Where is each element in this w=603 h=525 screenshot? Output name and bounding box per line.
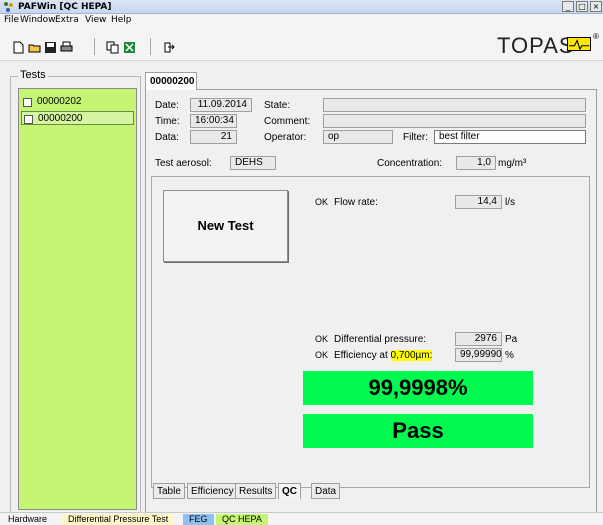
new-file-icon[interactable] — [12, 41, 25, 54]
flow-ok: OK — [315, 197, 329, 207]
concentration-unit: mg/m³ — [498, 158, 527, 169]
print-icon[interactable] — [60, 41, 73, 54]
comment-label: Comment: — [264, 116, 311, 127]
copy-icon[interactable] — [106, 41, 119, 54]
concentration-label: Concentration: — [377, 158, 443, 169]
menu-file[interactable]: File — [4, 14, 19, 27]
app-icon — [4, 2, 13, 12]
filter-input[interactable]: best filter — [434, 130, 586, 144]
dp-value: 2976 — [455, 332, 502, 346]
minimize-button[interactable]: _ — [562, 1, 574, 12]
eff-ok: OK — [315, 350, 329, 360]
toolbar-separator — [94, 38, 95, 55]
time-label: Time: — [155, 116, 180, 127]
dp-unit: Pa — [505, 334, 518, 345]
flow-value: 14,4 — [455, 195, 502, 209]
menu-help[interactable]: Help — [111, 14, 132, 27]
state-field — [323, 98, 586, 112]
test-id: 00000202 — [37, 96, 82, 107]
maximize-button[interactable]: □ — [576, 1, 588, 12]
save-icon[interactable] — [44, 41, 57, 54]
data-field: 21 — [190, 130, 237, 144]
eff-wavelength-highlight: 0,700µm: — [390, 350, 433, 361]
eff-unit: % — [505, 350, 514, 361]
status-hardware: Hardware — [2, 514, 54, 525]
tab-table[interactable]: Table — [153, 483, 185, 499]
menu-window[interactable]: Window — [20, 14, 56, 27]
list-item[interactable]: 00000202 — [21, 95, 134, 109]
toolbar-separator — [150, 38, 151, 55]
tab-results[interactable]: Results — [235, 483, 277, 499]
filter-label: Filter: — [403, 132, 428, 143]
excel-icon[interactable] — [123, 41, 136, 54]
status-qc-hepa: QC HEPA — [216, 514, 268, 525]
state-label: State: — [264, 100, 291, 111]
new-test-button[interactable]: New Test — [163, 190, 288, 262]
tab-document[interactable]: 00000200 — [145, 72, 197, 90]
aerosol-field: DEHS — [230, 156, 276, 170]
tab-qc[interactable]: QC — [278, 483, 301, 499]
status-feg: FEG — [183, 514, 214, 525]
eff-label-text: Efficiency at — [334, 350, 391, 361]
aerosol-label: Test aerosol: — [155, 158, 212, 169]
flow-label: Flow rate: — [334, 197, 378, 208]
list-item-selected[interactable]: 00000200 — [21, 111, 134, 125]
dp-label: Differential pressure: — [334, 334, 427, 345]
eff-label: Efficiency at 0,700µm: — [334, 349, 433, 362]
status-bar: Hardware Differential Pressure Test FEG … — [0, 512, 603, 525]
close-button[interactable]: × — [590, 1, 602, 12]
operator-label: Operator: — [264, 132, 307, 143]
window-title: PAFWin [QC HEPA] — [18, 2, 112, 12]
checkbox[interactable] — [23, 98, 32, 107]
date-field: 11.09.2014 — [190, 98, 252, 112]
dp-ok: OK — [315, 334, 329, 344]
pass-banner: Pass — [303, 414, 533, 448]
tests-title: Tests — [18, 69, 48, 81]
tab-data[interactable]: Data — [311, 483, 341, 499]
menu-extra[interactable]: Extra — [55, 14, 79, 27]
topas-logo-icon — [567, 37, 591, 51]
registered-mark: ® — [593, 32, 599, 41]
open-folder-icon[interactable] — [28, 41, 41, 54]
comment-field[interactable] — [323, 114, 586, 128]
efficiency-result-banner: 99,9998% — [303, 371, 533, 405]
operator-field[interactable]: op — [323, 130, 393, 144]
status-pressure-test: Differential Pressure Test — [62, 514, 175, 525]
flow-unit: l/s — [505, 197, 515, 208]
data-label: Data: — [155, 132, 179, 143]
exit-icon[interactable] — [162, 41, 175, 54]
checkbox[interactable] — [24, 115, 33, 124]
time-field: 16:00:34 — [190, 114, 237, 128]
tests-list[interactable]: 00000202 00000200 — [18, 88, 137, 510]
test-id: 00000200 — [38, 113, 83, 124]
eff-value: 99,99990 — [455, 348, 502, 362]
topas-logo-text: TOPAS — [497, 33, 575, 58]
concentration-field: 1,0 — [456, 156, 496, 170]
menu-view[interactable]: View — [85, 14, 106, 27]
tab-efficiency[interactable]: Efficiency — [187, 483, 238, 499]
date-label: Date: — [155, 100, 179, 111]
